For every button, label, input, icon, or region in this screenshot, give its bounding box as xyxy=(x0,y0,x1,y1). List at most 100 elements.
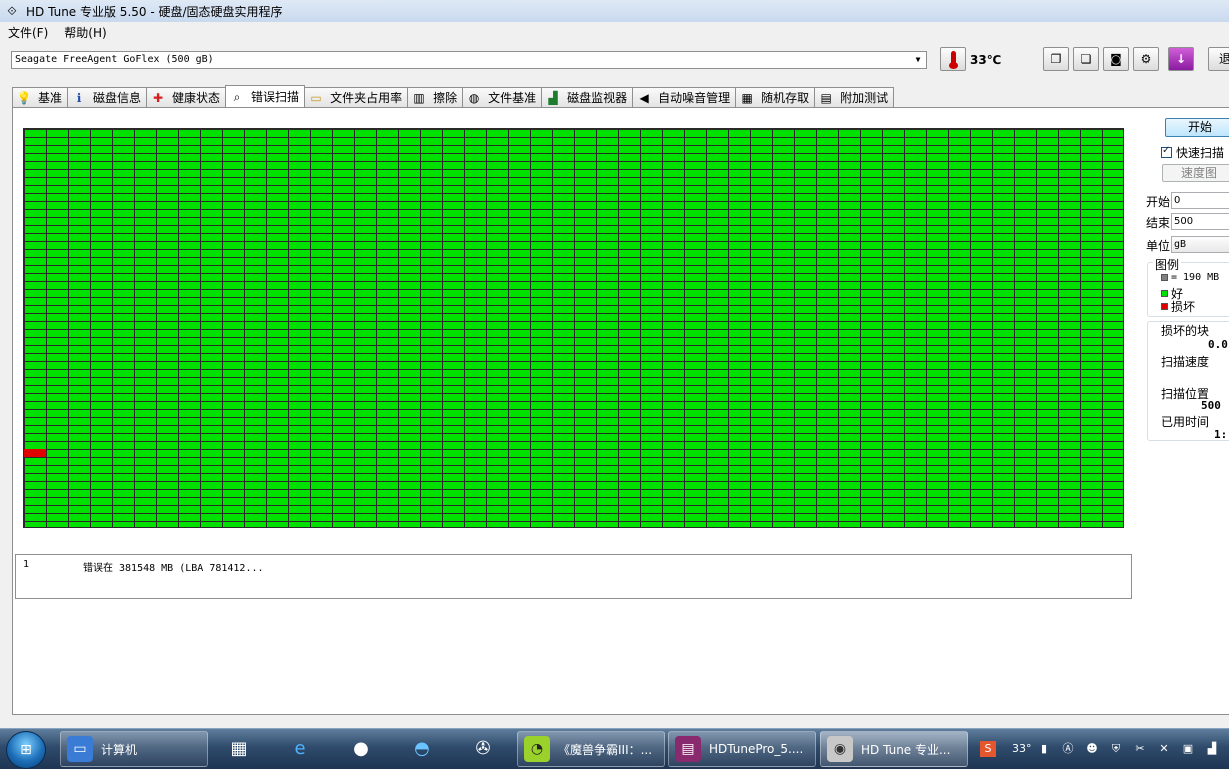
taskbar-item-label: 计算机 xyxy=(101,742,138,757)
start-scan-button[interactable]: 开始 xyxy=(1165,118,1229,137)
scan-speed-label: 扫描速度 xyxy=(1161,355,1210,369)
damaged-blocks-value: 0.0 xyxy=(1208,338,1228,351)
bad-block xyxy=(24,449,46,457)
drive-toolbar: Seagate FreeAgent GoFlex (500 gB) ▼ 33℃ … xyxy=(0,44,1229,76)
tray-temperature: 33° xyxy=(1012,742,1032,755)
legend-swatch-block xyxy=(1161,274,1168,281)
menu-file[interactable]: 文件(F) xyxy=(0,24,56,41)
copy-screen-button[interactable]: ❏ xyxy=(1073,47,1099,71)
menu-help[interactable]: 帮助(H) xyxy=(56,24,114,41)
file-bench-icon: ◍ xyxy=(468,90,480,105)
log-row[interactable]: 1 错误在 381548 MB (LBA 781412... xyxy=(23,559,264,574)
signal-icon[interactable]: ▟ xyxy=(1204,741,1220,757)
sogou-icon[interactable]: S xyxy=(980,741,996,757)
safe-remove-icon[interactable]: ✕ xyxy=(1156,741,1172,757)
unit-field-label: 单位 xyxy=(1146,239,1171,253)
dolphin-icon[interactable]: ◓ xyxy=(406,733,438,765)
legend-block-size: = 190 MB xyxy=(1161,272,1219,283)
tab-strip: 💡 基准 ℹ 磁盘信息 ✚ 健康状态 ⌕ 错误扫描 ▭ 文件夹占用率 ▥ 擦除 ◍ 文件基准 ▟ 磁盘监视器 ◀… xyxy=(12,85,895,107)
tab-label: 错误扫描 xyxy=(251,90,300,104)
copy-text-button[interactable]: ❐ xyxy=(1043,47,1069,71)
log-index: 1 xyxy=(23,559,30,570)
extra-tests-icon: ▤ xyxy=(820,90,832,105)
tab-label: 文件基准 xyxy=(488,91,537,105)
battery-icon[interactable]: ▣ xyxy=(1180,741,1196,757)
monitor-chart-icon: ▟ xyxy=(548,90,558,105)
a-icon[interactable]: Ⓐ xyxy=(1060,741,1076,757)
taskbar-item-computer[interactable]: ▭ 计算机 xyxy=(60,731,208,767)
shield-icon[interactable]: ⛨ xyxy=(1108,741,1124,757)
unit-select[interactable]: gB xyxy=(1171,236,1229,253)
ie-icon[interactable]: e xyxy=(284,733,316,765)
tab-health-cross[interactable]: ✚ 健康状态 xyxy=(146,87,227,107)
calculator-icon[interactable]: ▦ xyxy=(223,733,255,765)
quick-scan-checkbox[interactable] xyxy=(1161,145,1172,158)
start-button[interactable]: ⊞ xyxy=(6,731,46,769)
speed-map-button[interactable]: 速度图 xyxy=(1162,164,1229,182)
temperature-readout: 33℃ xyxy=(970,53,1002,67)
copy-text-icon: ❐ xyxy=(1050,52,1062,66)
taskbar-item-hdtune[interactable]: ◉ HD Tune 专业... xyxy=(820,731,968,767)
legend-block-size-label: = 190 MB xyxy=(1171,272,1220,283)
tab-label: 基准 xyxy=(38,91,63,105)
copy-screen-icon: ❏ xyxy=(1080,52,1092,66)
legend-bad-label: 损坏 xyxy=(1171,300,1196,314)
hd-tune-icon: ◉ xyxy=(827,736,853,762)
legend-swatch-good xyxy=(1161,290,1168,297)
trash-icon: ▥ xyxy=(413,90,425,105)
tab-magnifier[interactable]: ⌕ 错误扫描 xyxy=(225,85,306,107)
legend-bad: 损坏 xyxy=(1161,298,1195,315)
chevron-down-icon[interactable]: ▼ xyxy=(912,53,924,67)
tab-label: 文件夹占用率 xyxy=(330,91,403,105)
taskbar-item-label: HDTunePro_5.... xyxy=(709,742,804,756)
random-access-icon: ▦ xyxy=(741,90,753,105)
tab-label: 附加测试 xyxy=(840,91,889,105)
taskbar-item-hdtunepro-archive[interactable]: ▤ HDTunePro_5.... xyxy=(668,731,816,767)
computer-icon: ▭ xyxy=(67,736,93,762)
scan-position-value: 500 xyxy=(1201,399,1221,412)
end-field[interactable]: 500 xyxy=(1171,213,1229,230)
legend-title: 图例 xyxy=(1153,256,1182,273)
network-user-icon[interactable]: ☻ xyxy=(1084,741,1100,757)
title-bar: ⟐ HD Tune 专业版 5.50 - 硬盘/固态硬盘实用程序 xyxy=(0,0,1229,23)
windows-logo-icon: ⊞ xyxy=(20,742,32,758)
drive-select[interactable]: Seagate FreeAgent GoFlex (500 gB) ▼ xyxy=(11,51,927,69)
camera-icon: ◙ xyxy=(1110,52,1122,66)
tab-label: 健康状态 xyxy=(172,91,221,105)
save-button[interactable]: ↓ xyxy=(1168,47,1194,71)
tab-folder[interactable]: ▭ 文件夹占用率 xyxy=(304,87,409,107)
media-player-icon[interactable]: ✇ xyxy=(467,733,499,765)
magnifier-icon: ⌕ xyxy=(233,89,241,104)
error-log[interactable]: 1 错误在 381548 MB (LBA 781412... xyxy=(15,554,1132,599)
screenshot-button[interactable]: ◙ xyxy=(1103,47,1129,71)
tab-lightbulb[interactable]: 💡 基准 xyxy=(12,87,69,107)
options-icon: ⚙ xyxy=(1140,52,1152,66)
info-icon: ℹ xyxy=(76,90,82,105)
tab-info[interactable]: ℹ 磁盘信息 xyxy=(67,87,148,107)
health-cross-icon: ✚ xyxy=(153,90,164,105)
usb-icon[interactable]: ▮ xyxy=(1036,741,1052,757)
lightbulb-icon: 💡 xyxy=(16,90,32,105)
tab-extra-tests[interactable]: ▤ 附加测试 xyxy=(814,87,895,107)
quick-scan-checkbox-row[interactable]: 快速扫描 xyxy=(1161,144,1224,161)
tab-label: 磁盘信息 xyxy=(93,91,142,105)
legend-swatch-bad xyxy=(1161,303,1168,310)
tab-random-access[interactable]: ▦ 随机存取 xyxy=(735,87,816,107)
damaged-blocks-label: 损坏的块 xyxy=(1161,324,1210,338)
tools-icon[interactable]: ✂ xyxy=(1132,741,1148,757)
options-button[interactable]: ⚙ xyxy=(1133,47,1159,71)
tab-label: 擦除 xyxy=(433,91,458,105)
taskbar-item-warcraft[interactable]: ◔ 《魔兽争霸III：... xyxy=(517,731,665,767)
speaker-icon: ◀ xyxy=(639,90,649,105)
start-field[interactable]: 0 xyxy=(1171,192,1229,209)
taskbar-item-label: 《魔兽争霸III：... xyxy=(558,742,653,757)
tab-file-bench[interactable]: ◍ 文件基准 xyxy=(462,87,543,107)
exit-button[interactable]: 退 xyxy=(1208,47,1229,71)
tab-speaker[interactable]: ◀ 自动噪音管理 xyxy=(632,87,737,107)
qq-icon[interactable]: ● xyxy=(345,733,377,765)
tab-monitor-chart[interactable]: ▟ 磁盘监视器 xyxy=(541,87,634,107)
hd-tune-icon: ⟐ xyxy=(7,4,17,18)
download-icon: ↓ xyxy=(1175,52,1187,66)
tab-trash[interactable]: ▥ 擦除 xyxy=(407,87,464,107)
temperature-button[interactable] xyxy=(940,47,966,71)
